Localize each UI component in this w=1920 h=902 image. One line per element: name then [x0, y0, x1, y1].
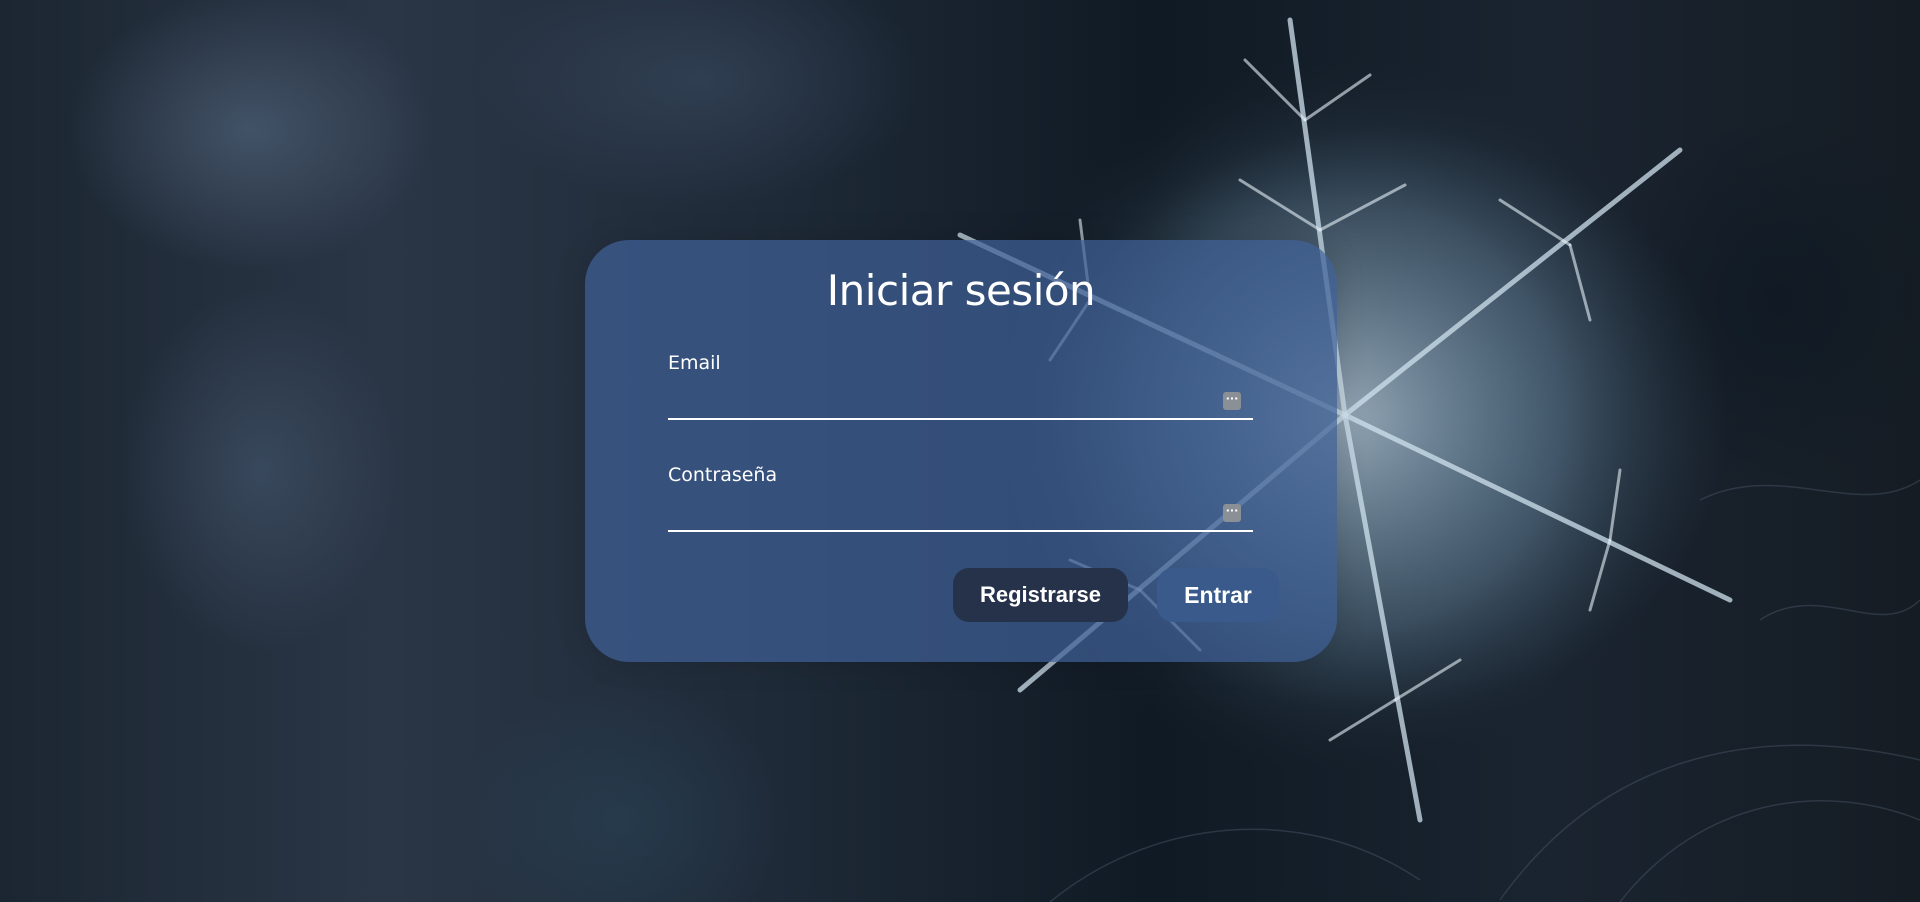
password-manager-icon[interactable]: ··· [1223, 504, 1241, 522]
password-input[interactable] [668, 492, 1253, 532]
email-input[interactable] [668, 380, 1253, 420]
password-field-group: Contraseña ··· [668, 464, 1253, 542]
enter-button[interactable]: Entrar [1157, 568, 1279, 622]
page-title: Iniciar sesión [826, 266, 1096, 315]
password-manager-icon[interactable]: ··· [1223, 392, 1241, 410]
email-label: Email [668, 352, 721, 374]
password-label: Contraseña [668, 464, 778, 486]
login-card: Iniciar sesión Email ··· Contraseña ··· … [585, 240, 1337, 662]
register-button[interactable]: Registrarse [953, 568, 1128, 622]
email-field-group: Email ··· [668, 352, 1253, 430]
